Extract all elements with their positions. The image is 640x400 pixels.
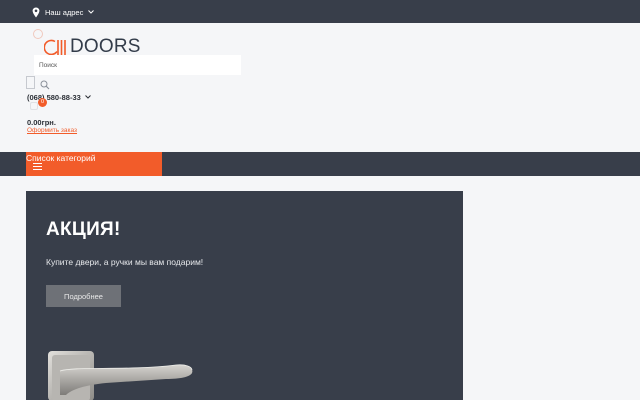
- promo-banner: АКЦИЯ! Купите двери, а ручки мы вам пода…: [26, 191, 463, 400]
- cart-outline-box: [26, 76, 35, 89]
- page: Наш адрес DOORS (068) 580-88-33 0 0.00гр…: [0, 0, 640, 400]
- address-dropdown[interactable]: Наш адрес: [32, 5, 95, 19]
- banner-title: АКЦИЯ!: [46, 219, 121, 240]
- more-button[interactable]: Подробнее: [46, 285, 121, 307]
- logo[interactable]: DOORS: [44, 37, 141, 57]
- address-label: Наш адрес: [45, 7, 84, 17]
- menu-icon[interactable]: [33, 163, 42, 170]
- checkout-link[interactable]: Оформить заказ: [27, 127, 77, 134]
- phone-number: (068) 580-88-33: [27, 92, 81, 102]
- banner-subtitle: Купите двери, а ручки мы вам подарим!: [46, 257, 204, 267]
- phone-dropdown[interactable]: (068) 580-88-33: [27, 92, 91, 102]
- logo-text: DOORS: [70, 36, 141, 57]
- top-bar: Наш адрес: [0, 0, 640, 23]
- cart-icon[interactable]: [30, 102, 38, 110]
- chevron-down-icon: [88, 10, 95, 14]
- door-handle-image: [48, 351, 193, 400]
- cart-total: 0.00грн.: [27, 118, 56, 127]
- location-pin-icon: [32, 7, 40, 17]
- chevron-down-icon: [84, 95, 91, 99]
- search-icon[interactable]: [40, 80, 50, 90]
- logo-mark-icon: [44, 39, 66, 55]
- search-input[interactable]: [34, 55, 241, 75]
- cart-count-badge: 0: [38, 98, 47, 107]
- clock-icon: [33, 29, 43, 39]
